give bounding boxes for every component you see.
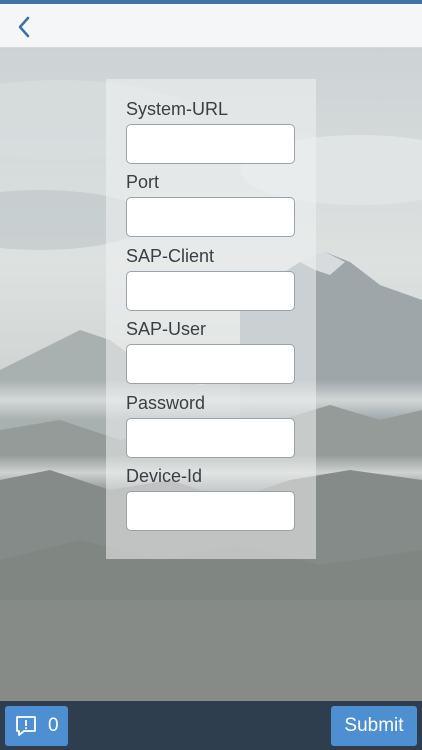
messages-button[interactable]: 0 [5,706,68,746]
field-sap-user: SAP-User [126,318,296,391]
messages-count: 0 [48,715,59,736]
system-url-label: System-URL [126,99,229,119]
footer-toolbar: 0 Submit [0,701,422,750]
port-label: Port [126,172,160,193]
field-port: Port [126,171,296,244]
navigation-bar [0,0,422,48]
device-id-input[interactable] [126,490,295,531]
password-input[interactable] [126,417,295,458]
login-form: System-URL Port SAP-Client SAP-User Pass… [106,79,316,559]
field-device-id: Device-Id [126,465,296,538]
field-system-url: System-URL [126,98,296,171]
chevron-left-icon [18,16,30,38]
field-password: Password [126,392,296,465]
device-id-label: Device-Id [126,465,203,486]
password-label: Password [126,392,206,413]
sap-user-input[interactable] [126,344,295,385]
system-url-input[interactable] [126,124,295,164]
sap-client-label: SAP-Client [126,245,215,266]
back-button[interactable] [6,8,42,46]
sap-client-input[interactable] [126,270,295,311]
field-sap-client: SAP-Client [126,245,296,318]
login-screen: System-URL Port SAP-Client SAP-User Pass… [0,0,422,750]
sap-user-label: SAP-User [126,319,207,340]
port-input[interactable] [126,197,295,238]
message-alert-icon [16,716,36,736]
submit-button[interactable]: Submit [331,706,417,746]
